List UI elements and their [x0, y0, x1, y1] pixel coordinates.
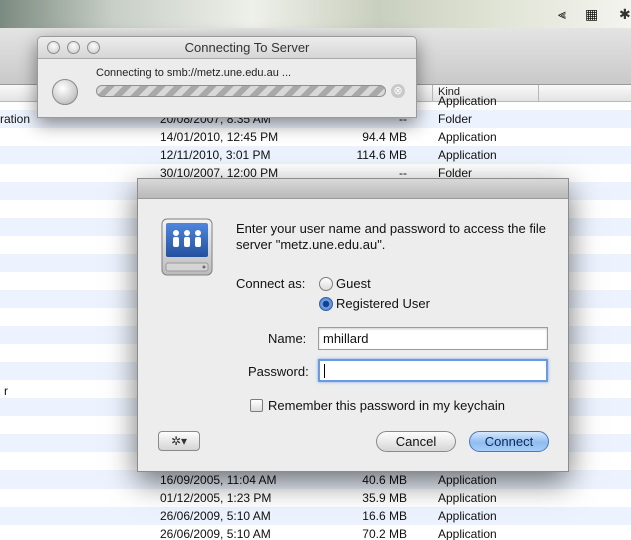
cancel-button[interactable]: Cancel: [376, 431, 456, 452]
row-kind: Application: [438, 94, 497, 108]
name-field[interactable]: mhillard: [318, 327, 548, 350]
menubar-tray-icon[interactable]: ⫷: [558, 8, 566, 22]
table-row[interactable]: 12/11/2010, 3:01 PM 114.6 MB Application: [0, 146, 631, 164]
row-size: 70.2 MB: [362, 527, 407, 540]
password-label: Password:: [248, 364, 309, 379]
row-kind: Application: [438, 473, 497, 487]
password-field[interactable]: [318, 359, 548, 382]
row-size: 16.6 MB: [362, 509, 407, 523]
row-size: 114.6 MB: [356, 148, 407, 162]
login-prompt: Enter your user name and password to acc…: [236, 221, 546, 252]
connection-progress-bar: [96, 85, 386, 97]
remember-password-checkbox[interactable]: [250, 399, 263, 412]
table-row[interactable]: 16/09/2005, 11:04 AM 40.6 MB Application: [0, 471, 631, 489]
window-titlebar[interactable]: Connecting To Server: [38, 37, 416, 59]
menubar-grid-icon[interactable]: ▦: [585, 8, 598, 22]
guest-label[interactable]: Guest: [336, 276, 371, 291]
connect-as-label: Connect as:: [236, 276, 306, 291]
row-date-modified: 14/01/2010, 12:45 PM: [160, 130, 279, 144]
window-title: Connecting To Server: [184, 40, 310, 55]
row-size: 40.6 MB: [362, 473, 407, 487]
sidebar-fragment: r: [4, 384, 8, 398]
row-date-modified: 01/12/2005, 1:23 PM: [160, 491, 272, 505]
remember-password-label[interactable]: Remember this password in my keychain: [268, 398, 505, 413]
row-kind: Folder: [438, 112, 473, 126]
connect-button[interactable]: Connect: [469, 431, 549, 452]
row-date-modified: 26/06/2009, 5:10 AM: [160, 509, 271, 523]
table-row[interactable]: 14/01/2010, 12:45 PM 94.4 MB Application: [0, 128, 631, 146]
row-kind: Application: [438, 509, 497, 523]
desktop-background: ⫷ ▦ ✱: [0, 0, 631, 30]
table-row[interactable]: 26/06/2009, 5:10 AM 16.6 MB Application: [0, 507, 631, 525]
stop-connection-icon[interactable]: ⊗: [391, 84, 405, 98]
row-date-modified: 12/11/2010, 3:01 PM: [160, 148, 271, 162]
network-globe-icon: [52, 79, 78, 105]
text-caret: [324, 364, 325, 378]
row-kind: Application: [438, 130, 497, 144]
registered-user-label[interactable]: Registered User: [336, 296, 430, 311]
table-row[interactable]: 26/06/2009, 5:10 AM 70.2 MB Application: [0, 525, 631, 540]
table-row[interactable]: 01/12/2005, 1:23 PM 35.9 MB Application: [0, 489, 631, 507]
connecting-message: Connecting to smb://metz.une.edu.au ...: [96, 67, 292, 79]
row-size: 35.9 MB: [362, 491, 407, 505]
name-label: Name:: [268, 331, 307, 346]
server-login-dialog: Enter your user name and password to acc…: [137, 178, 569, 472]
row-kind: Application: [438, 527, 497, 540]
row-date-modified: 26/06/2009, 5:10 AM: [160, 527, 271, 540]
dialog-titlebar: [138, 179, 568, 199]
registered-user-radio[interactable]: [319, 297, 333, 311]
row-kind: Application: [438, 491, 497, 505]
row-name: ration: [0, 112, 31, 126]
row-kind: Application: [438, 148, 497, 162]
menubar-bluetooth-icon[interactable]: ✱: [619, 8, 631, 22]
connecting-to-server-window: Connecting To Server Connecting to smb:/…: [37, 36, 417, 118]
file-server-icon: [161, 218, 213, 276]
guest-radio[interactable]: [319, 277, 333, 291]
gear-icon: ✲▾: [170, 434, 188, 448]
row-size: 94.4 MB: [362, 130, 407, 144]
row-date-modified: 16/09/2005, 11:04 AM: [160, 473, 277, 487]
gear-menu-button[interactable]: ✲▾: [158, 431, 200, 451]
